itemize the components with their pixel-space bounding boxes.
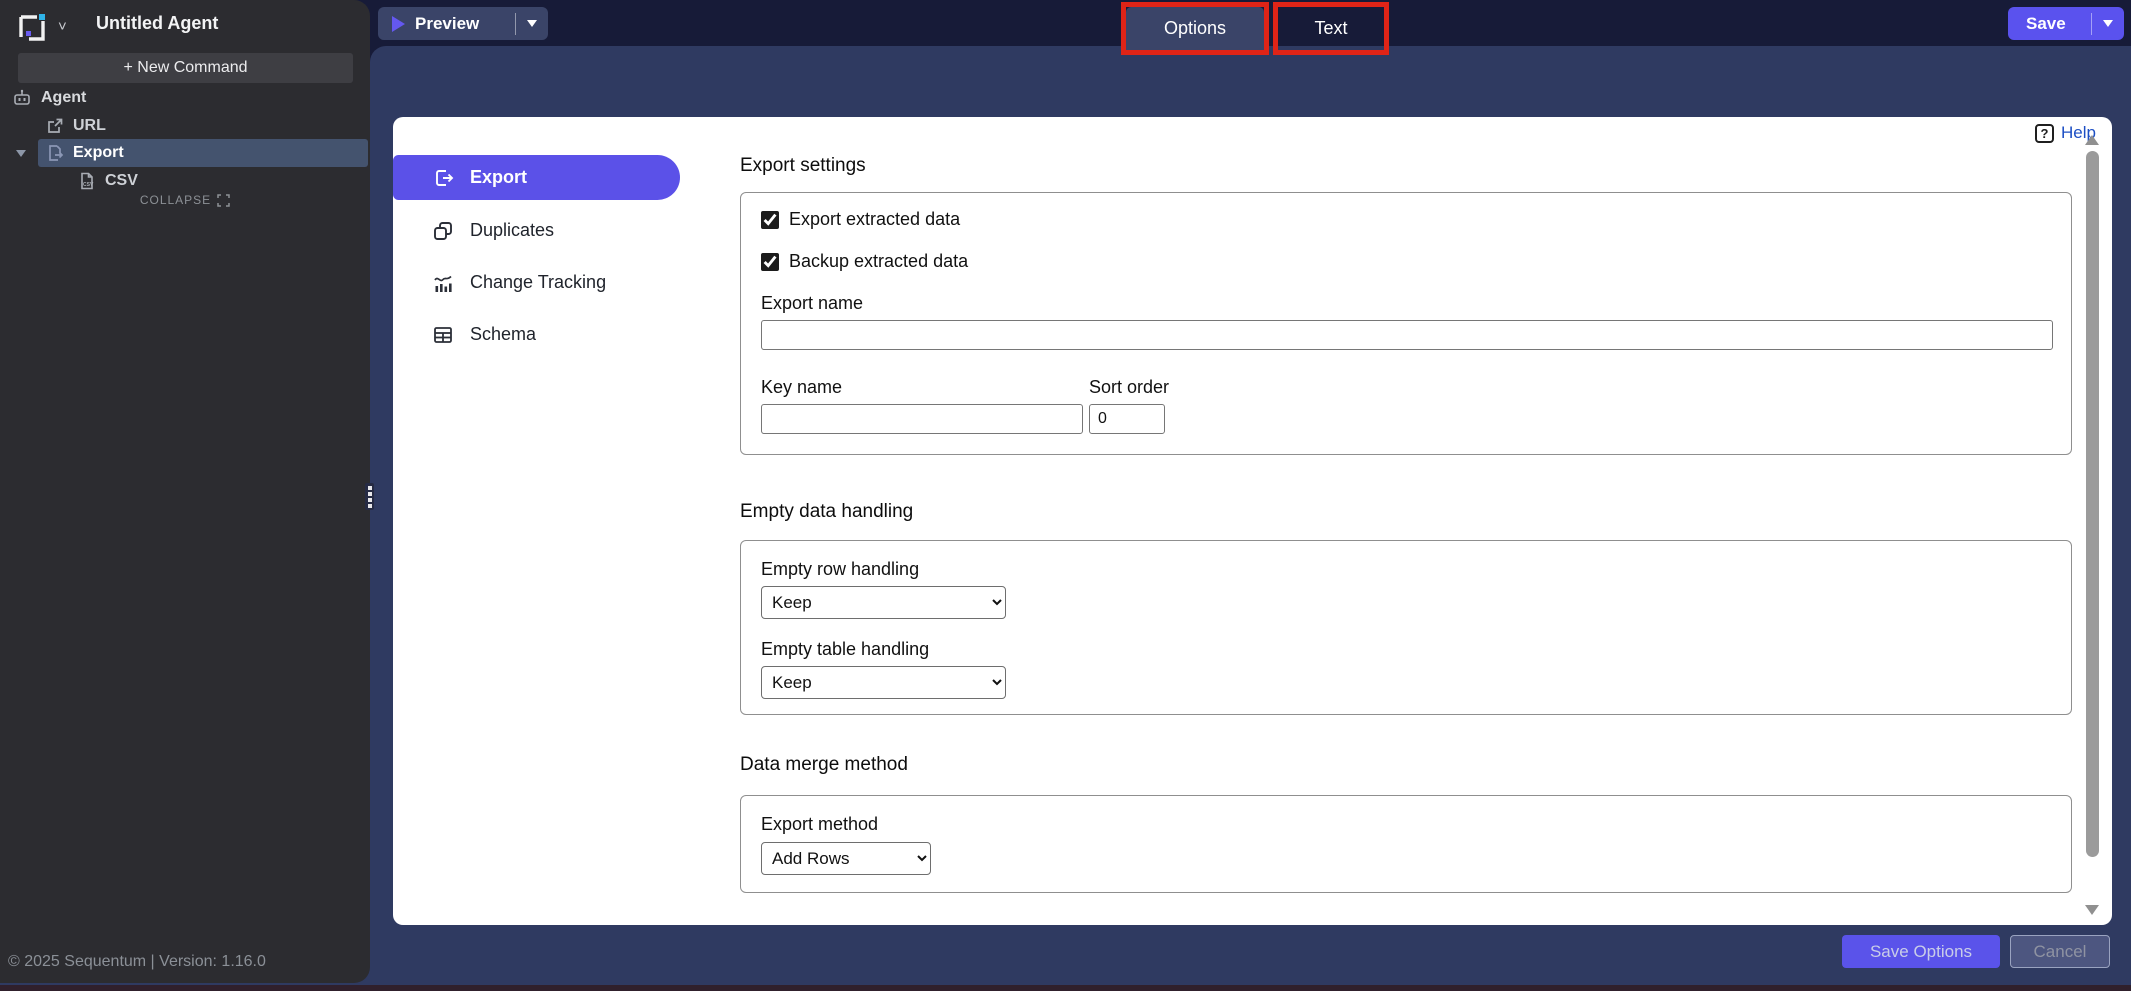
app-logo-icon	[14, 8, 50, 44]
robot-icon	[12, 88, 32, 108]
backup-extracted-checkbox[interactable]	[761, 253, 779, 271]
sort-order-label: Sort order	[1089, 377, 1169, 398]
options-panel: ? Help Export Duplicates Change Tracking…	[393, 117, 2112, 925]
tree-item-label: Agent	[41, 89, 86, 107]
version-footer: © 2025 Sequentum | Version: 1.16.0	[8, 953, 266, 971]
sidebar: ˅ Untitled Agent + New Command Agent URL…	[0, 0, 370, 983]
new-command-button[interactable]: + New Command	[18, 53, 353, 83]
export-method-select[interactable]: Add Rows	[761, 842, 931, 875]
agent-title: Untitled Agent	[96, 13, 218, 34]
export-name-label: Export name	[761, 293, 863, 314]
panel-nav-label: Change Tracking	[470, 272, 606, 293]
external-link-icon	[46, 117, 64, 135]
preview-button-label: Preview	[415, 14, 515, 34]
scrollbar-thumb[interactable]	[2086, 151, 2099, 857]
schema-icon	[432, 324, 454, 346]
panel-nav-duplicates[interactable]: Duplicates	[393, 208, 680, 253]
tree-item-export[interactable]: Export	[46, 139, 124, 167]
sidebar-resize-handle[interactable]	[365, 483, 374, 510]
export-extracted-checkbox[interactable]	[761, 211, 779, 229]
tree-item-csv[interactable]: CSV CSV	[78, 167, 138, 195]
empty-table-select[interactable]: Keep	[761, 666, 1006, 699]
tree-expander-caret-icon[interactable]	[16, 150, 26, 157]
tree-item-label: Export	[73, 144, 124, 162]
tree-item-label: CSV	[105, 172, 138, 190]
data-merge-box: Export method Add Rows	[740, 795, 2072, 893]
file-export-icon	[46, 144, 64, 162]
key-name-label: Key name	[761, 377, 842, 398]
panel-nav-label: Duplicates	[470, 220, 554, 241]
section-heading-export-settings: Export settings	[740, 155, 866, 177]
empty-table-label: Empty table handling	[761, 639, 929, 660]
save-options-button[interactable]: Save Options	[1842, 935, 2000, 968]
panel-nav-label: Export	[470, 167, 527, 188]
duplicates-icon	[432, 220, 454, 242]
export-method-label: Export method	[761, 814, 878, 835]
export-extracted-label: Export extracted data	[789, 209, 960, 230]
csv-file-icon: CSV	[78, 172, 96, 190]
export-icon	[432, 167, 454, 189]
change-tracking-icon	[432, 272, 454, 294]
panel-scrollbar[interactable]	[2085, 131, 2100, 915]
panel-nav-export[interactable]: Export	[393, 155, 680, 200]
sort-order-input[interactable]	[1089, 404, 1165, 434]
backup-extracted-label: Backup extracted data	[789, 251, 968, 272]
expand-corners-icon	[217, 194, 230, 207]
tab-options[interactable]: Options	[1126, 7, 1264, 50]
export-name-input[interactable]	[761, 320, 2053, 350]
collapse-label: COLLAPSE	[140, 193, 211, 207]
svg-text:CSV: CSV	[83, 182, 94, 188]
tree-item-label: URL	[73, 117, 106, 135]
empty-row-select[interactable]: Keep	[761, 586, 1006, 619]
tree-item-url[interactable]: URL	[46, 112, 106, 140]
chevron-down-icon	[527, 20, 537, 27]
annotation-box-text: Text	[1273, 2, 1389, 55]
preview-button[interactable]: Preview	[378, 7, 548, 40]
save-button-label: Save	[2026, 14, 2091, 34]
save-dropdown-button[interactable]	[2092, 20, 2124, 27]
preview-dropdown-button[interactable]	[516, 20, 548, 27]
window-bottom-edge	[0, 985, 2131, 991]
scroll-up-arrow[interactable]	[2085, 135, 2099, 145]
panel-nav-schema[interactable]: Schema	[393, 312, 680, 357]
save-button[interactable]: Save	[2008, 7, 2124, 40]
tab-text[interactable]: Text	[1278, 7, 1384, 50]
cancel-button[interactable]: Cancel	[2010, 935, 2110, 968]
annotation-box-options: Options	[1121, 2, 1269, 55]
chevron-down-icon	[2103, 20, 2113, 27]
section-heading-empty-data: Empty data handling	[740, 501, 913, 523]
tree-item-agent[interactable]: Agent	[12, 84, 86, 112]
key-name-input[interactable]	[761, 404, 1083, 434]
panel-nav-label: Schema	[470, 324, 536, 345]
workspace-chevron-down-icon[interactable]: ˅	[58, 18, 67, 35]
panel-nav-change-tracking[interactable]: Change Tracking	[393, 260, 680, 305]
section-heading-data-merge: Data merge method	[740, 754, 908, 776]
question-mark-icon: ?	[2035, 124, 2054, 143]
play-icon	[392, 16, 405, 32]
empty-data-box: Empty row handling Keep Empty table hand…	[740, 540, 2072, 715]
empty-row-label: Empty row handling	[761, 559, 919, 580]
export-settings-box: Export extracted data Backup extracted d…	[740, 192, 2072, 455]
collapse-tree-button[interactable]: COLLAPSE	[0, 193, 370, 207]
scroll-down-arrow[interactable]	[2085, 905, 2099, 915]
